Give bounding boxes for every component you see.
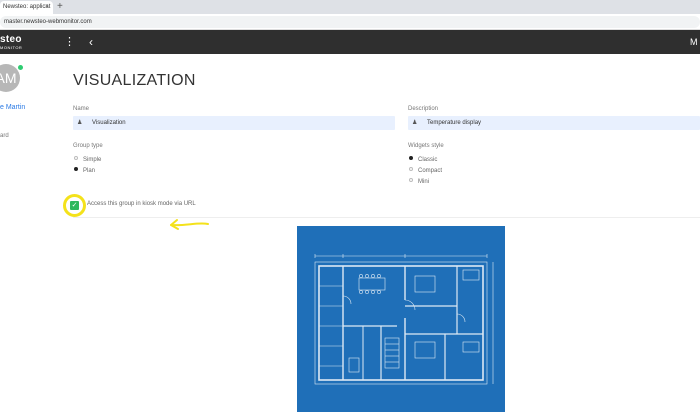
group-type-plan-radio[interactable]: Plan bbox=[74, 167, 95, 175]
widgets-style-option-label: Compact bbox=[418, 168, 443, 174]
kebab-menu-icon[interactable]: ⋮ bbox=[64, 34, 75, 50]
floor-plan-image[interactable] bbox=[297, 226, 505, 412]
person-icon: ♟ bbox=[412, 120, 418, 126]
chevron-left-icon[interactable]: ‹ bbox=[86, 34, 96, 50]
person-icon: ♟ bbox=[77, 120, 83, 126]
address-bar: master.newsteo-webmonitor.com bbox=[0, 14, 700, 30]
logo-subtitle: MONITOR bbox=[0, 45, 23, 50]
kiosk-checkbox-label: Access this group in kiosk mode via URL bbox=[87, 201, 196, 207]
sidebar: AM e Martin ard bbox=[0, 54, 60, 420]
url-field[interactable]: master.newsteo-webmonitor.com bbox=[0, 16, 700, 28]
url-text: master.newsteo-webmonitor.com bbox=[4, 19, 92, 25]
page-title: VISUALIZATION bbox=[73, 72, 196, 89]
screen: Newsteo: applicat × + master.newsteo-web… bbox=[0, 0, 700, 420]
browser-tabstrip: Newsteo: applicat × + bbox=[0, 0, 700, 14]
widgets-style-mini-radio[interactable]: Mini bbox=[409, 178, 429, 186]
section-divider bbox=[73, 217, 700, 218]
widgets-style-label: Widgets style bbox=[408, 143, 444, 149]
group-type-simple-radio[interactable]: Simple bbox=[74, 156, 101, 164]
name-field[interactable]: ♟ Visualization bbox=[73, 116, 395, 130]
app-header: steo MONITOR ⋮ ‹ M bbox=[0, 30, 700, 54]
widgets-style-option-label: Classic bbox=[418, 157, 438, 163]
widgets-style-classic-radio[interactable]: Classic bbox=[409, 156, 437, 164]
group-type-option-label: Simple bbox=[83, 157, 102, 163]
main-content: VISUALIZATION Name ♟ Visualization Descr… bbox=[60, 54, 700, 420]
description-field[interactable]: ♟ Temperature display bbox=[408, 116, 700, 130]
header-user-initial[interactable]: M bbox=[690, 34, 698, 50]
kiosk-checkbox[interactable]: ✓ bbox=[70, 201, 79, 210]
close-icon[interactable]: × bbox=[45, 1, 49, 14]
description-field-value: Temperature display bbox=[427, 120, 482, 126]
group-type-label: Group type bbox=[73, 143, 103, 149]
radio-icon bbox=[409, 178, 413, 183]
widgets-style-option-label: Mini bbox=[418, 179, 430, 185]
new-tab-icon[interactable]: + bbox=[57, 0, 63, 14]
group-type-option-label: Plan bbox=[83, 168, 96, 174]
user-name[interactable]: e Martin bbox=[0, 103, 25, 113]
avatar[interactable]: AM bbox=[0, 64, 20, 92]
annotation-arrow-icon bbox=[170, 219, 209, 230]
radio-icon bbox=[74, 156, 78, 161]
name-field-value: Visualization bbox=[92, 120, 126, 126]
app-logo[interactable]: steo MONITOR bbox=[0, 34, 36, 50]
widgets-style-compact-radio[interactable]: Compact bbox=[409, 167, 442, 175]
radio-selected-icon bbox=[74, 167, 78, 172]
sidebar-item-dashboard[interactable]: ard bbox=[0, 132, 9, 140]
browser-tab-title: Newsteo: applicat bbox=[3, 4, 51, 10]
radio-icon bbox=[409, 167, 413, 172]
floor-plan-drawing bbox=[314, 254, 494, 385]
description-label: Description bbox=[408, 106, 439, 112]
presence-status-dot bbox=[18, 65, 23, 70]
logo-wordmark: steo bbox=[0, 34, 22, 45]
name-label: Name bbox=[73, 106, 90, 112]
radio-selected-icon bbox=[409, 156, 413, 161]
